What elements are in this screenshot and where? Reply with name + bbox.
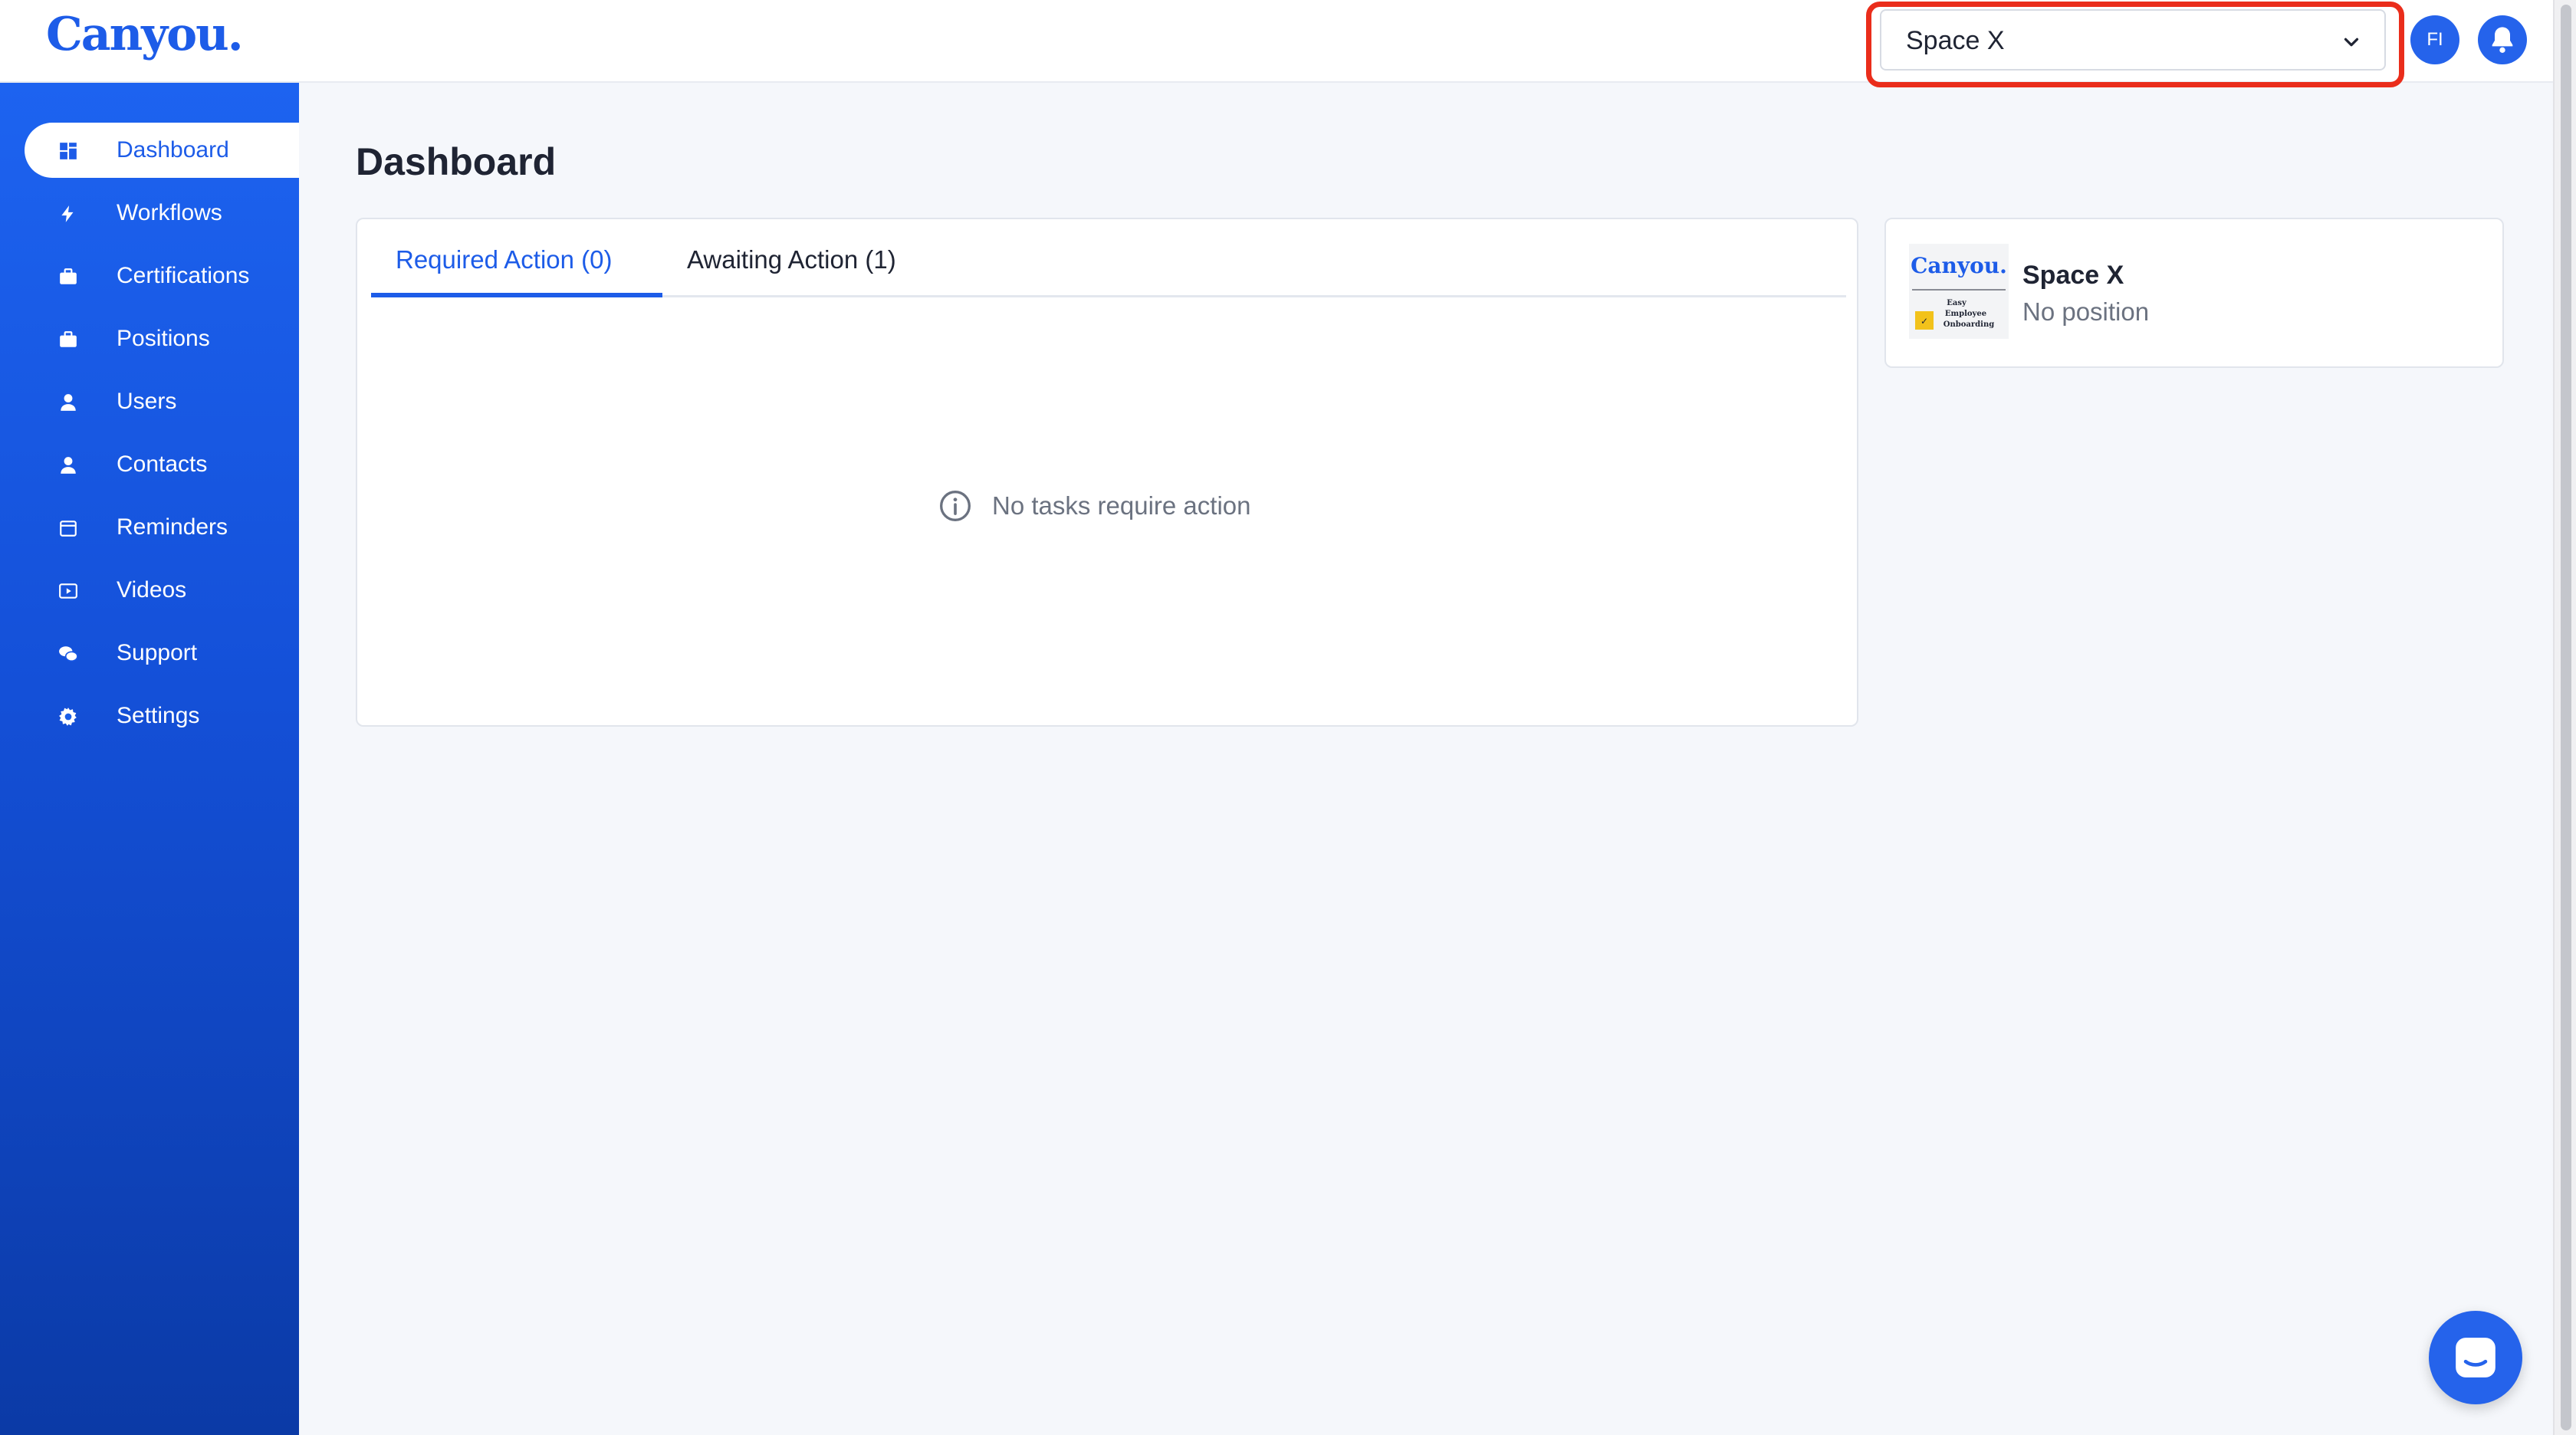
sidebar-item-workflows[interactable]: Workflows	[25, 186, 299, 241]
user-avatar[interactable]: FI	[2410, 15, 2459, 64]
page-title: Dashboard	[356, 140, 557, 183]
tab-required-action[interactable]: Required Action (0)	[396, 245, 612, 274]
app-logo[interactable]: Canyou.	[46, 8, 244, 61]
sidebar-item-certifications[interactable]: Certifications	[25, 248, 299, 304]
calendar-icon	[60, 520, 77, 537]
organization-position: No position	[2022, 297, 2150, 326]
empty-state-text: No tasks require action	[992, 491, 1251, 520]
sidebar-item-label: Reminders	[117, 514, 228, 540]
chat-bubbles-icon	[59, 646, 78, 662]
sidebar-item-dashboard[interactable]: Dashboard	[25, 123, 299, 178]
org-logo-tagline-1: Easy	[1947, 299, 1967, 307]
organization-card[interactable]: Canyou. ✓ Easy Employee Onboarding Space…	[1884, 218, 2504, 368]
dashboard-icon	[60, 143, 77, 159]
top-header: Canyou. Space X FI	[0, 0, 2553, 87]
task-tabs: Required Action (0) Awaiting Action (1)	[371, 219, 1846, 297]
sidebar-item-contacts[interactable]: Contacts	[25, 437, 299, 492]
user-icon	[61, 394, 76, 411]
chat-icon	[2456, 1338, 2496, 1378]
sidebar-item-users[interactable]: Users	[25, 374, 299, 429]
sidebar-item-support[interactable]: Support	[25, 626, 299, 681]
bell-icon	[2492, 27, 2513, 53]
sidebar-item-videos[interactable]: Videos	[25, 563, 299, 618]
sidebar: Dashboard Workflows Certifications Posit…	[0, 83, 299, 1435]
organization-logo: Canyou. ✓ Easy Employee Onboarding	[1909, 244, 2009, 339]
sidebar-item-label: Certifications	[117, 263, 250, 288]
svg-text:✓: ✓	[1921, 316, 1928, 327]
organization-name: Space X	[2022, 261, 2124, 290]
sidebar-item-label: Users	[117, 389, 177, 414]
sidebar-item-label: Workflows	[117, 200, 222, 225]
sidebar-item-settings[interactable]: Settings	[25, 688, 299, 744]
org-logo-tagline-3: Onboarding	[1944, 320, 1994, 329]
sidebar-item-label: Positions	[117, 326, 210, 351]
org-logo-text: Canyou.	[1911, 253, 2007, 278]
org-logo-tagline-2: Employee	[1945, 310, 1986, 318]
sidebar-item-label: Settings	[117, 703, 200, 728]
lightning-icon	[61, 205, 74, 222]
chat-launcher-button[interactable]	[2429, 1311, 2522, 1404]
video-icon	[59, 583, 77, 599]
briefcase-icon	[60, 268, 77, 284]
user-icon	[61, 457, 76, 474]
empty-state: No tasks require action	[938, 489, 1251, 523]
gear-icon	[59, 708, 77, 726]
active-tab-indicator	[371, 293, 662, 297]
notifications-button[interactable]	[2478, 15, 2527, 64]
sidebar-item-reminders[interactable]: Reminders	[25, 500, 299, 555]
info-icon	[940, 491, 971, 521]
sidebar-item-label: Dashboard	[117, 137, 229, 163]
briefcase-icon	[60, 331, 77, 347]
selection-highlight-box	[1866, 2, 2404, 87]
sidebar-item-label: Contacts	[117, 452, 208, 477]
sidebar-item-label: Support	[117, 640, 198, 665]
tab-awaiting-action[interactable]: Awaiting Action (1)	[687, 245, 896, 274]
page-scrollbar[interactable]	[2553, 0, 2576, 1435]
tasks-card: Required Action (0) Awaiting Action (1) …	[356, 218, 1858, 727]
scrollbar-thumb[interactable]	[2561, 5, 2571, 1430]
sidebar-item-positions[interactable]: Positions	[25, 311, 299, 366]
sidebar-item-label: Videos	[117, 577, 187, 603]
